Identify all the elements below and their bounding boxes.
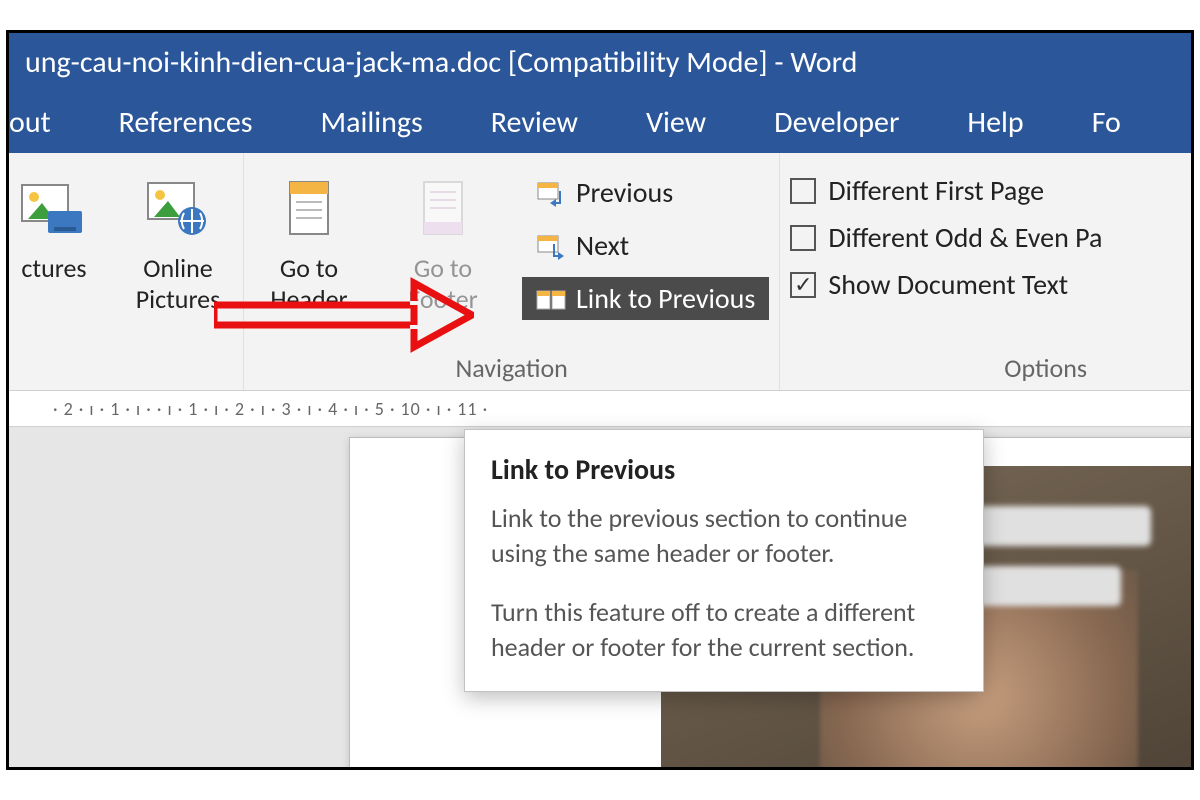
tab-format-partial[interactable]: Fo (1092, 104, 1121, 141)
ribbon: ctures Online Pictures Go (9, 153, 1191, 391)
online-pictures-label-1: Online (143, 253, 212, 284)
goto-footer-button[interactable]: Go to Footer (388, 167, 498, 315)
tooltip-paragraph-2: Turn this feature off to create a differ… (491, 595, 957, 665)
tab-review[interactable]: Review (491, 104, 578, 141)
link-to-previous-label: Link to Previous (576, 281, 755, 316)
goto-header-button[interactable]: Go to Header (254, 167, 364, 315)
different-first-page-label: Different First Page (828, 173, 1044, 208)
goto-footer-icon (408, 173, 478, 243)
online-pictures-label-2: Pictures (136, 284, 221, 315)
different-first-page-checkbox[interactable]: Different First Page (790, 173, 1102, 208)
online-pictures-button[interactable]: Online Pictures (123, 167, 233, 315)
previous-button[interactable]: Previous (522, 171, 769, 214)
goto-footer-label-1: Go to (414, 253, 472, 284)
link-to-previous-icon (536, 286, 566, 312)
title-bar: ung-cau-noi-kinh-dien-cua-jack-ma.doc [C… (9, 33, 1191, 91)
previous-icon (536, 180, 566, 206)
next-button[interactable]: Next (522, 224, 769, 267)
online-pictures-icon (143, 173, 213, 243)
tab-mailings[interactable]: Mailings (321, 104, 423, 141)
goto-header-label-2: Header (270, 284, 347, 315)
pictures-icon (19, 173, 89, 243)
tooltip-link-to-previous: Link to Previous Link to the previous se… (464, 429, 984, 692)
goto-header-label-1: Go to (280, 253, 338, 284)
different-odd-even-checkbox[interactable]: Different Odd & Even Pa (790, 220, 1102, 255)
checkbox-checked-icon: ✓ (790, 272, 816, 298)
pictures-button[interactable]: ctures (9, 167, 99, 284)
checkbox-icon (790, 178, 816, 204)
tab-developer[interactable]: Developer (774, 104, 899, 141)
different-odd-even-label: Different Odd & Even Pa (828, 220, 1102, 255)
goto-header-icon (274, 173, 344, 243)
link-to-previous-button[interactable]: Link to Previous (522, 277, 769, 320)
tab-help[interactable]: Help (967, 104, 1023, 141)
illustrations-group-label (9, 352, 233, 384)
ruler[interactable]: · 2 · ı · 1 · ı · · ı · 1 · ı · 2 · ı · … (9, 391, 1191, 427)
next-label: Next (576, 228, 629, 263)
app-frame: ung-cau-noi-kinh-dien-cua-jack-ma.doc [C… (6, 30, 1194, 770)
navigation-group-label: Navigation (254, 352, 769, 384)
pictures-label: ctures (21, 253, 86, 284)
ribbon-tabs: out References Mailings Review View Deve… (9, 91, 1191, 153)
tooltip-paragraph-1: Link to the previous section to continue… (491, 501, 957, 571)
show-document-text-label: Show Document Text (828, 267, 1068, 302)
tooltip-title: Link to Previous (491, 452, 957, 487)
tab-references[interactable]: References (119, 104, 253, 141)
title-text: ung-cau-noi-kinh-dien-cua-jack-ma.doc [C… (25, 44, 857, 81)
tab-view[interactable]: View (646, 104, 706, 141)
show-document-text-checkbox[interactable]: ✓ Show Document Text (790, 267, 1102, 302)
options-group-label: Options (790, 352, 1181, 384)
tab-layout[interactable]: out (9, 104, 51, 141)
previous-label: Previous (576, 175, 673, 210)
goto-footer-label-2: Footer (408, 284, 477, 315)
checkbox-icon (790, 225, 816, 251)
ruler-marks: · 2 · ı · 1 · ı · · ı · 1 · ı · 2 · ı · … (53, 398, 488, 420)
next-icon (536, 233, 566, 259)
